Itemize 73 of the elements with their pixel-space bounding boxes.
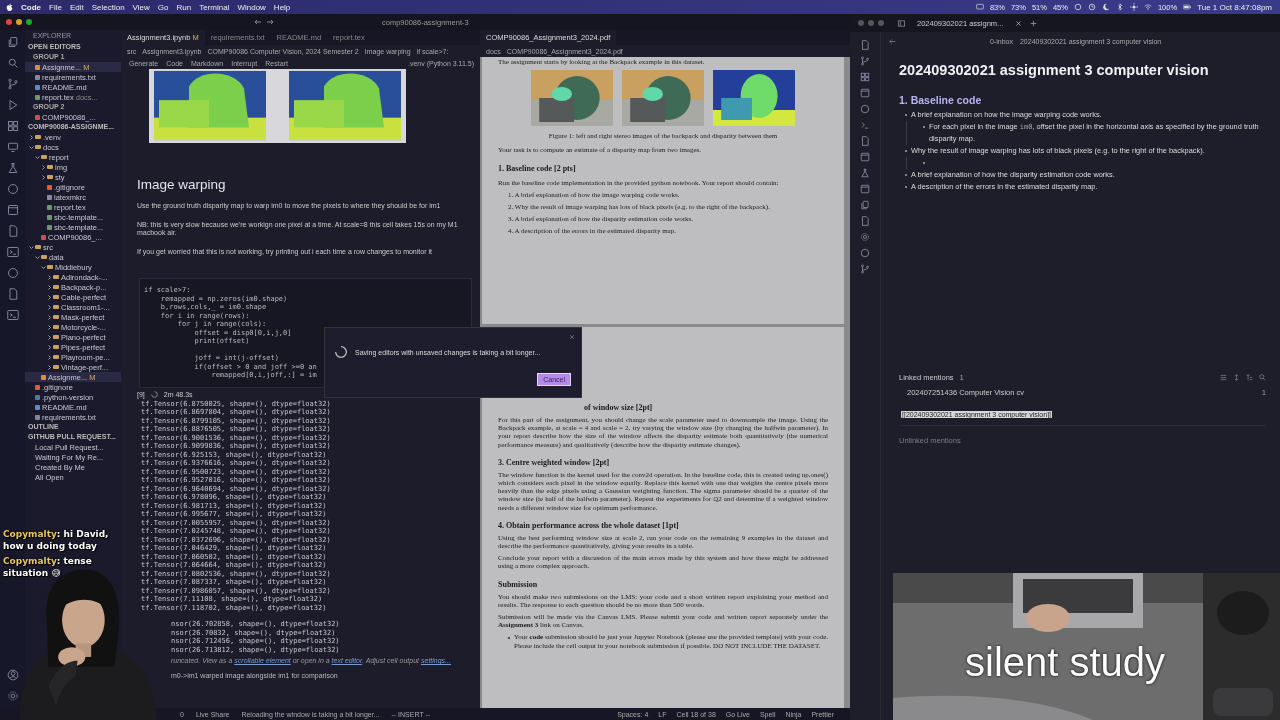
branch-icon[interactable] [860, 264, 870, 274]
pdf-heading: 4. Obtain performance across the whole dataset [1pt] [498, 520, 680, 530]
circle-icon[interactable] [860, 104, 870, 114]
circle-icon[interactable] [6, 267, 19, 279]
menu-item[interactable]: Run [176, 2, 192, 12]
search-icon[interactable] [1259, 374, 1266, 381]
circle-icon[interactable] [6, 183, 19, 195]
apple-icon[interactable] [6, 2, 13, 12]
play-icon[interactable] [6, 99, 19, 111]
clock-icon[interactable] [1087, 3, 1096, 11]
pdf-heading: Submission [498, 579, 539, 589]
expand-icon[interactable] [1233, 374, 1240, 381]
graph-icon[interactable] [860, 56, 870, 66]
document-icon[interactable] [6, 225, 19, 237]
chat-message: Copymalty: hi David, how u doing today [3, 528, 110, 552]
terminal-icon[interactable] [6, 246, 19, 258]
window-icon[interactable] [6, 204, 19, 216]
document-icon[interactable] [860, 40, 870, 50]
display-icon[interactable] [975, 3, 984, 11]
terminal-icon[interactable] [860, 120, 870, 130]
pdf-heading: 1. Baseline code [2 pts] [498, 163, 577, 173]
menu-item[interactable]: Window [237, 2, 266, 12]
extensions-icon[interactable] [6, 120, 19, 132]
sidebar-toggle-icon[interactable] [898, 19, 905, 27]
pdf-heading: of window size [2pt] [583, 403, 654, 412]
pdf-heading: 3. Centre weighted window [2pt] [498, 457, 611, 467]
close-icon[interactable] [569, 334, 575, 340]
flask-icon[interactable] [6, 162, 19, 174]
files-icon[interactable] [860, 200, 870, 210]
bluetooth-icon[interactable] [1115, 3, 1124, 11]
markdown-heading: Image warping [137, 177, 227, 192]
document-icon[interactable] [6, 288, 19, 300]
spinner-icon [150, 390, 158, 398]
note-title: 202409302021 assignment 3 computer vision [899, 61, 1210, 80]
video-caption: silent study [965, 639, 1166, 685]
menu-item[interactable]: View [132, 2, 150, 12]
account-icon[interactable] [6, 669, 19, 681]
window-icon[interactable] [860, 184, 870, 194]
calendar-icon[interactable] [860, 88, 870, 98]
wifi-icon[interactable] [1143, 3, 1152, 11]
circle-icon[interactable] [860, 248, 870, 258]
settings-icon[interactable] [860, 232, 870, 242]
list-icon[interactable] [1220, 374, 1227, 381]
document-icon[interactable] [860, 136, 870, 146]
menu-item[interactable]: Terminal [199, 2, 230, 12]
flask-icon[interactable] [860, 168, 870, 178]
search-icon[interactable] [6, 57, 19, 69]
menu-item[interactable]: File [49, 2, 62, 12]
menu-item[interactable]: Help [273, 2, 291, 12]
back-arrow-icon[interactable] [889, 37, 896, 45]
brightness-icon[interactable] [1129, 3, 1138, 11]
battery-icon[interactable] [1183, 3, 1192, 11]
settings-icon[interactable] [6, 690, 19, 702]
moon-icon[interactable] [1101, 3, 1110, 11]
branch-icon[interactable] [6, 78, 19, 90]
sort-icon[interactable] [1246, 374, 1253, 381]
window-icon[interactable] [860, 152, 870, 162]
menu-item[interactable]: Code [21, 2, 41, 12]
plus-icon[interactable] [1030, 19, 1038, 27]
menu-item[interactable]: Selection [91, 2, 125, 12]
menu-item[interactable]: Go [157, 2, 169, 12]
monitor-icon[interactable] [6, 141, 19, 153]
chat-message: Copymalty: tense situation 😅 [3, 555, 93, 579]
document-icon[interactable] [860, 216, 870, 226]
files-icon[interactable] [6, 36, 19, 48]
navigation-arrows-icon[interactable] [254, 18, 274, 26]
note-heading: 1. Baseline code [899, 94, 983, 106]
menu-item[interactable]: Edit [69, 2, 84, 12]
spinner-icon [335, 346, 347, 358]
close-icon[interactable] [1015, 19, 1023, 27]
terminal-icon[interactable] [6, 309, 19, 321]
clock[interactable]: Tue 1 Oct 8:47:08pm [1197, 2, 1272, 12]
grid-icon[interactable] [860, 72, 870, 82]
